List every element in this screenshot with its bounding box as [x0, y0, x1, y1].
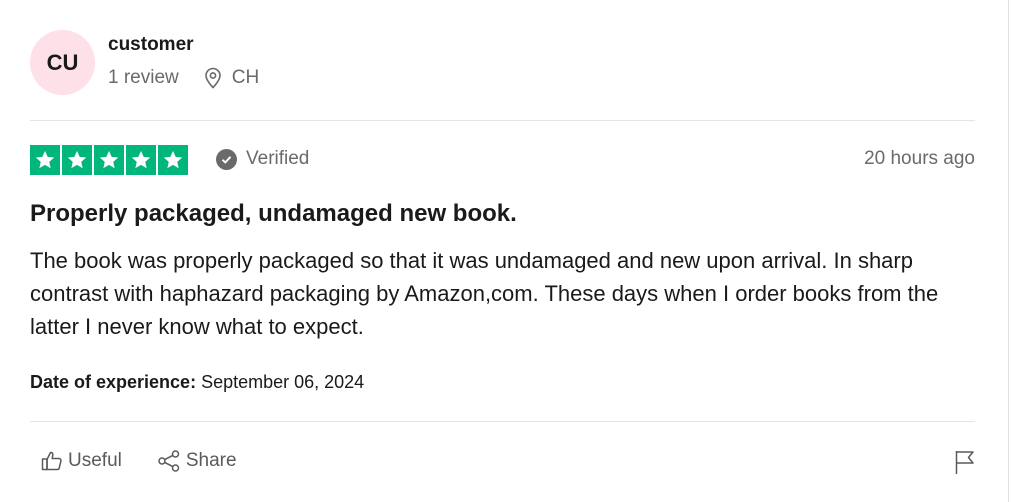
location-code: CH [231, 67, 260, 88]
share-label: Share [185, 450, 237, 471]
verified-badge[interactable]: Verified [216, 148, 309, 170]
verified-label: Verified [246, 148, 310, 169]
star-rating [30, 145, 188, 175]
useful-label: Useful [68, 450, 122, 471]
check-circle-icon [216, 148, 237, 170]
avatar[interactable]: CU [30, 30, 95, 95]
experience-label: Date of experience: [30, 372, 197, 392]
star-icon [62, 145, 92, 175]
divider [30, 120, 975, 121]
review-card: CU customer 1 review CH Verified 20 hour… [0, 0, 1009, 502]
reviewer-header: CU customer 1 review CH [30, 30, 975, 96]
star-icon [126, 145, 156, 175]
share-icon [158, 450, 180, 472]
useful-button[interactable]: Useful [40, 449, 122, 473]
review-title[interactable]: Properly packaged, undamaged new book. [30, 200, 517, 228]
review-timestamp: 20 hours ago [864, 148, 975, 169]
rating-row: Verified 20 hours ago [30, 145, 975, 175]
review-actions: Useful Share [40, 449, 237, 473]
flag-icon [955, 451, 974, 474]
review-count: 1 review [108, 67, 179, 88]
location-pin-icon [204, 67, 221, 89]
divider [30, 421, 975, 422]
star-icon [158, 145, 188, 175]
reviewer-meta: 1 review CH [108, 67, 259, 89]
experience-date: September 06, 2024 [201, 372, 365, 392]
date-of-experience: Date of experience: September 06, 2024 [30, 372, 364, 393]
star-icon [30, 145, 60, 175]
star-icon [94, 145, 124, 175]
reviewer-location: CH [203, 67, 259, 89]
report-button[interactable] [953, 449, 977, 480]
reviewer-name[interactable]: customer [108, 34, 194, 56]
review-body: The book was properly packaged so that i… [30, 248, 939, 339]
thumbs-up-icon [41, 451, 62, 471]
share-button[interactable]: Share [156, 449, 237, 473]
